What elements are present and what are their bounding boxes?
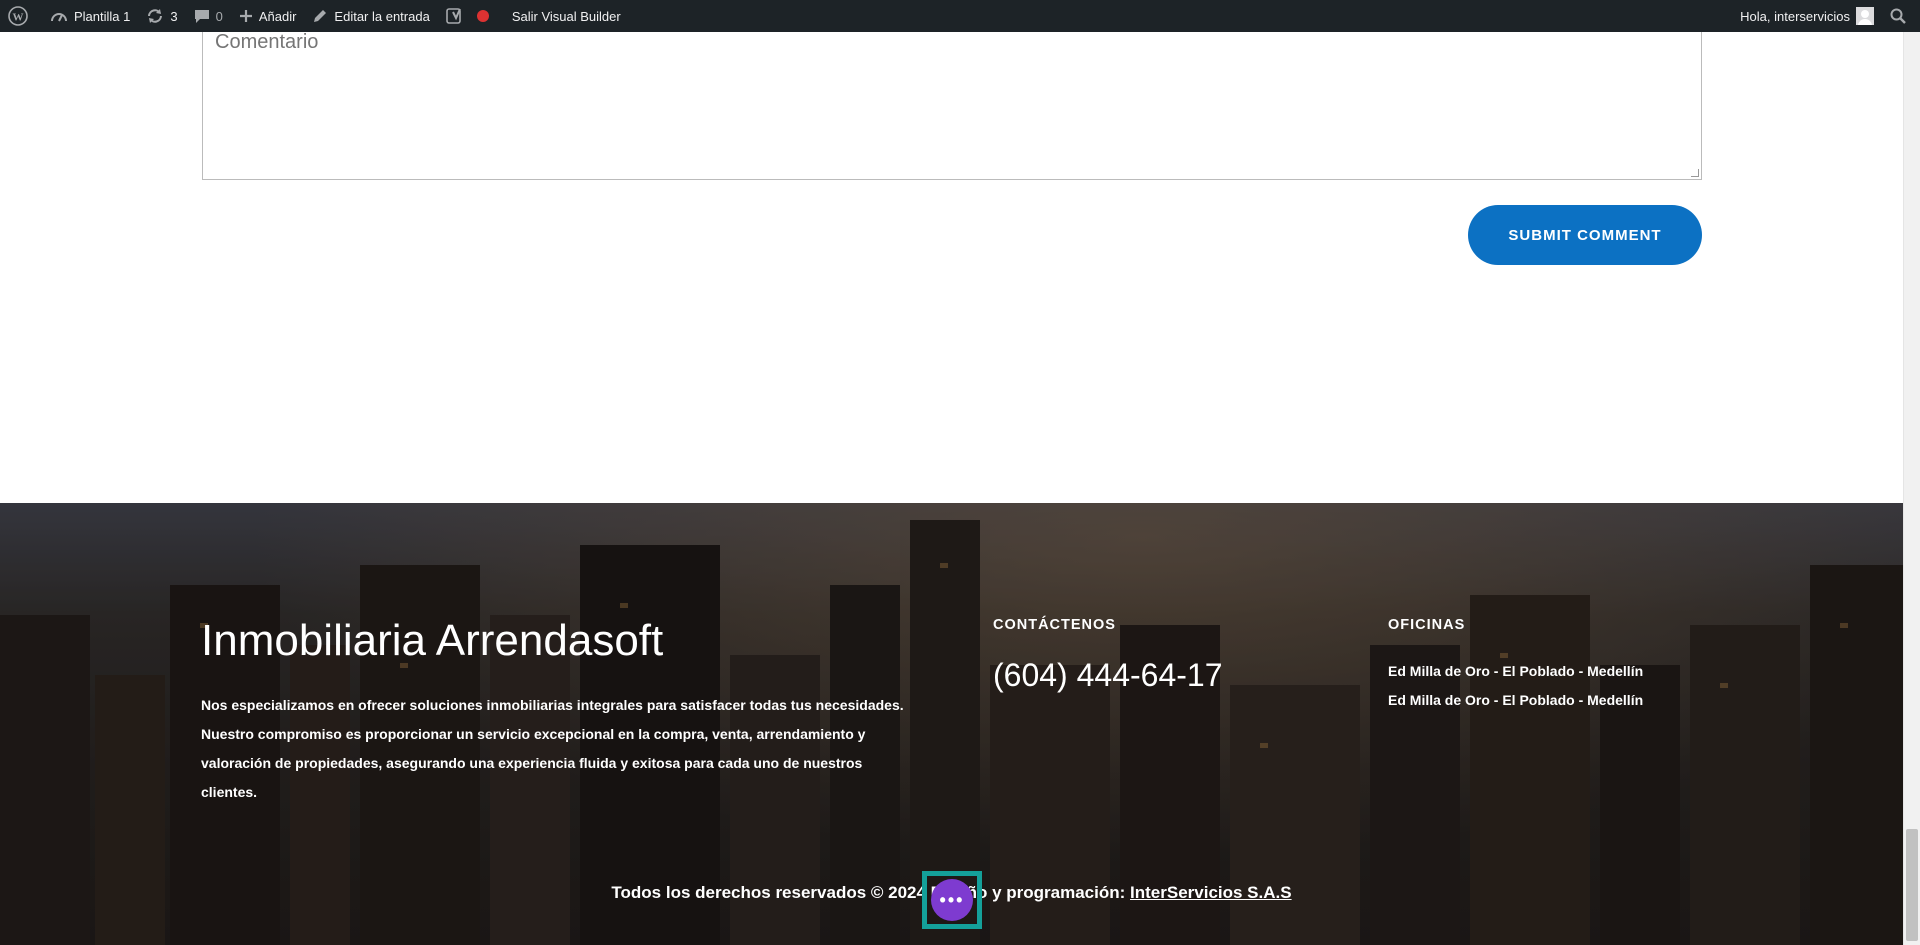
search-icon (1890, 8, 1906, 24)
updates-count: 3 (170, 8, 178, 24)
admin-bar: W Plantilla 1 3 0 Añadir Editar la entra… (0, 0, 1920, 32)
contact-heading: CONTÁCTENOS (993, 617, 1116, 633)
comment-bubble-icon (194, 10, 209, 23)
greeting-label: Hola, interservicios (1740, 8, 1850, 24)
office-address: Ed Milla de Oro - El Poblado - Medellín (1388, 663, 1644, 679)
more-dots-icon: ••• (939, 889, 965, 910)
plus-icon (239, 10, 252, 22)
edit-post-label: Editar la entrada (334, 8, 430, 24)
avatar (1856, 7, 1874, 25)
account-menu-button[interactable]: Hola, interservicios (1732, 0, 1882, 32)
offices-heading: OFICINAS (1388, 617, 1466, 633)
page-scrollbar[interactable] (1903, 32, 1920, 945)
seo-status-dot-icon (476, 10, 489, 22)
builder-options-button[interactable]: ••• (931, 879, 973, 921)
comments-count: 0 (215, 8, 223, 24)
admin-search-button[interactable] (1882, 0, 1920, 32)
wordpress-icon: W (8, 6, 28, 26)
office-address: Ed Milla de Oro - El Poblado - Medellín (1388, 692, 1644, 708)
footer-brand-title: Inmobiliaria Arrendasoft (201, 616, 664, 665)
dashboard-gauge-icon (51, 13, 67, 22)
add-new-label: Añadir (258, 8, 297, 24)
comments-button[interactable]: 0 (186, 0, 231, 32)
scrollbar-thumb[interactable] (1906, 829, 1918, 941)
add-new-button[interactable]: Añadir (231, 0, 305, 32)
site-name-label: Plantilla 1 (74, 8, 131, 24)
wordpress-logo-button[interactable]: W (0, 0, 42, 32)
interservicios-link[interactable]: InterServicios S.A.S (1130, 883, 1292, 902)
copyright-text: Todos los derechos reservados © 2024 Dis… (611, 883, 1126, 902)
svg-text:W: W (13, 12, 24, 24)
exit-visual-builder-button[interactable]: Salir Visual Builder (504, 0, 629, 32)
site-name-button[interactable]: Plantilla 1 (42, 0, 138, 32)
page-content: SUBMIT COMMENT (0, 32, 1903, 503)
comment-textarea-wrapper (202, 32, 1702, 180)
comment-textarea[interactable] (202, 32, 1702, 180)
contact-phone[interactable]: (604) 444-64-17 (993, 657, 1222, 694)
resize-handle[interactable] (1691, 169, 1699, 177)
submit-comment-button[interactable]: SUBMIT COMMENT (1468, 205, 1702, 265)
footer-description: Nos especializamos en ofrecer soluciones… (201, 697, 904, 800)
updates-refresh-icon (148, 9, 163, 23)
edit-post-button[interactable]: Editar la entrada (304, 0, 437, 32)
updates-button[interactable]: 3 (138, 0, 185, 32)
yoast-seo-button[interactable] (438, 0, 504, 32)
builder-fab-outline: ••• (922, 871, 982, 929)
yoast-icon (446, 8, 461, 24)
exit-visual-builder-label: Salir Visual Builder (511, 8, 621, 24)
pencil-icon (314, 10, 327, 22)
